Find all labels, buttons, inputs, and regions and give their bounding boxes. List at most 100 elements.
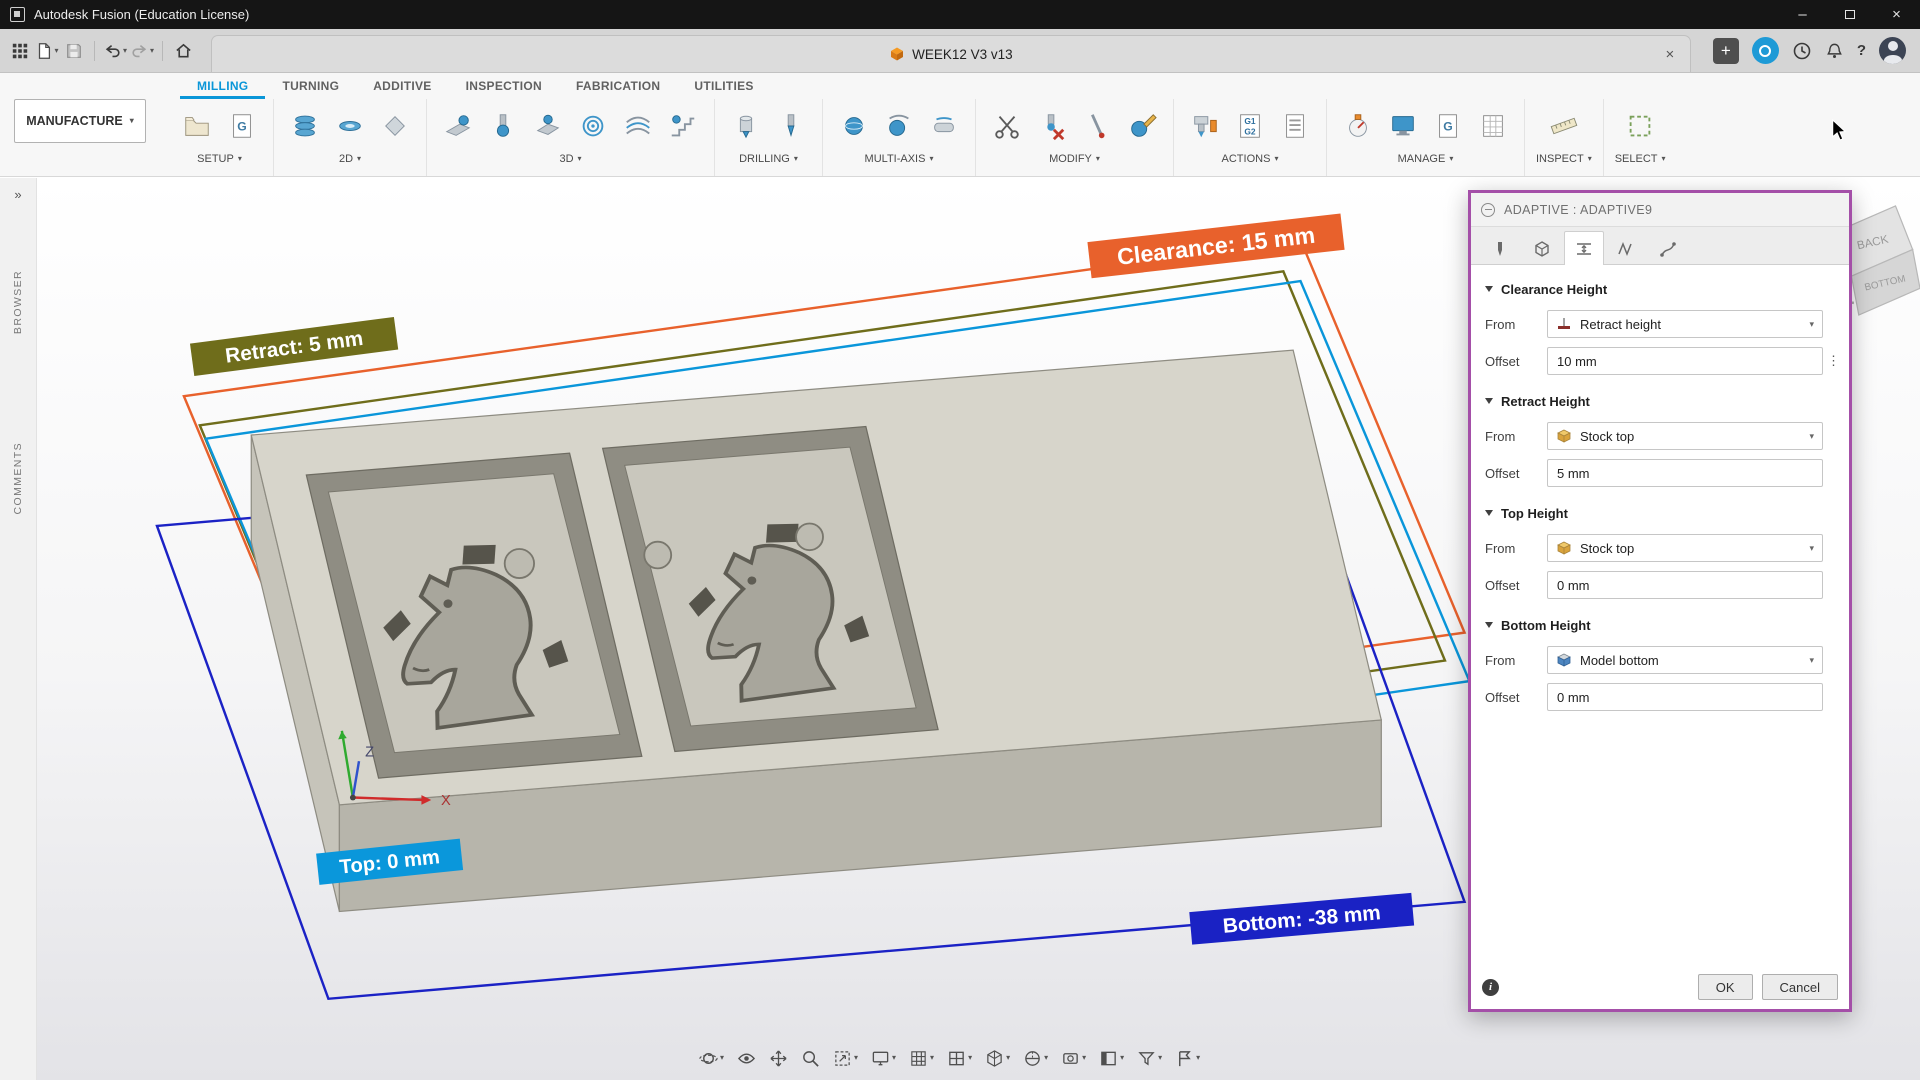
bottom-offset-input[interactable]: 0 mm xyxy=(1547,683,1823,711)
close-button[interactable]: × xyxy=(1873,0,1920,29)
probe-icon[interactable] xyxy=(1077,104,1117,148)
selection-box-icon[interactable] xyxy=(1620,104,1660,148)
tab-inspection[interactable]: INSPECTION xyxy=(449,73,559,99)
collapse-dialog-icon[interactable] xyxy=(1481,203,1495,217)
retract-from-select[interactable]: Stock top ▾ xyxy=(1547,422,1823,450)
redo-button[interactable]: ▾ xyxy=(130,38,154,64)
group-dropdown-drilling[interactable]: DRILLING▾ xyxy=(739,153,798,165)
section-header[interactable]: Clearance Height xyxy=(1485,277,1823,301)
tool-library-icon[interactable] xyxy=(1338,104,1378,148)
gcode-document-icon[interactable]: G xyxy=(222,104,262,148)
tab-passes[interactable] xyxy=(1606,233,1646,264)
clearance-from-select[interactable]: Retract height ▾ xyxy=(1547,310,1823,338)
selection-filter-button[interactable]: ▾ xyxy=(1135,1045,1164,1071)
tab-geometry[interactable] xyxy=(1522,233,1562,264)
contour3d-icon[interactable] xyxy=(528,104,568,148)
notifications-bell-icon[interactable] xyxy=(1825,41,1844,61)
tab-fabrication[interactable]: FABRICATION xyxy=(559,73,677,99)
task-manager-icon[interactable] xyxy=(1473,104,1513,148)
pan-button[interactable] xyxy=(767,1045,790,1071)
flow-icon[interactable] xyxy=(879,104,919,148)
fit-button[interactable]: ▾ xyxy=(831,1045,860,1071)
pocket2d-icon[interactable] xyxy=(285,104,325,148)
browser-panel-tab[interactable]: BROWSER xyxy=(12,270,24,334)
ok-button[interactable]: OK xyxy=(1698,974,1753,1000)
post-process-icon[interactable] xyxy=(1185,104,1225,148)
minimize-button[interactable]: – xyxy=(1779,0,1826,29)
group-dropdown-manage[interactable]: MANAGE▾ xyxy=(1398,153,1454,165)
user-avatar[interactable] xyxy=(1879,37,1906,64)
look-at-button[interactable] xyxy=(735,1045,758,1071)
setup-sheet-icon[interactable] xyxy=(1275,104,1315,148)
drill-icon[interactable] xyxy=(726,104,766,148)
bottom-from-select[interactable]: Model bottom ▾ xyxy=(1547,646,1823,674)
top-offset-input[interactable]: 0 mm xyxy=(1547,571,1823,599)
tab-linking[interactable] xyxy=(1648,233,1688,264)
tab-additive[interactable]: ADDITIVE xyxy=(356,73,448,99)
group-dropdown-actions[interactable]: ACTIONS▾ xyxy=(1222,153,1279,165)
named-views-button[interactable]: ▾ xyxy=(1059,1045,1088,1071)
trim-icon[interactable] xyxy=(987,104,1027,148)
comments-panel-tab[interactable]: COMMENTS xyxy=(12,442,24,514)
tab-close-icon[interactable]: × xyxy=(1660,46,1680,63)
measure-icon[interactable] xyxy=(1544,104,1584,148)
spiral-icon[interactable] xyxy=(573,104,613,148)
clearance-offset-input[interactable]: 10 mm xyxy=(1547,347,1823,375)
field-options-icon[interactable]: ⋮ xyxy=(1827,353,1840,369)
rotary-icon[interactable] xyxy=(924,104,964,148)
group-dropdown-multiaxis[interactable]: MULTI-AXIS▾ xyxy=(865,153,934,165)
dialog-header[interactable]: ADAPTIVE : ADAPTIVE9 xyxy=(1471,193,1849,227)
app-grid-button[interactable] xyxy=(8,38,32,64)
section-header[interactable]: Bottom Height xyxy=(1485,613,1823,637)
section-header[interactable]: Retract Height xyxy=(1485,389,1823,413)
retract-offset-input[interactable]: 5 mm xyxy=(1547,459,1823,487)
orbit-button[interactable]: ▾ xyxy=(697,1045,726,1071)
visual-style-button[interactable]: ▾ xyxy=(983,1045,1012,1071)
face-icon[interactable] xyxy=(330,104,370,148)
group-dropdown-select[interactable]: SELECT▾ xyxy=(1615,153,1666,165)
steep-shallow-icon[interactable] xyxy=(663,104,703,148)
info-icon[interactable]: i xyxy=(1482,979,1499,996)
new-setup-icon[interactable] xyxy=(177,104,217,148)
maximize-button[interactable] xyxy=(1826,0,1873,29)
document-tab[interactable]: WEEK12 V3 v13 × xyxy=(211,35,1691,72)
file-menu-button[interactable]: ▾ xyxy=(35,38,59,64)
new-tab-button[interactable]: + xyxy=(1713,38,1739,64)
workspace-selector[interactable]: MANUFACTURE ▾ xyxy=(14,99,146,143)
multiaxis-contour-icon[interactable] xyxy=(834,104,874,148)
morphed-spiral-icon[interactable] xyxy=(618,104,658,148)
group-dropdown-inspect[interactable]: INSPECT▾ xyxy=(1536,153,1592,165)
expand-panel-icon[interactable]: » xyxy=(14,187,21,202)
markup-button[interactable]: ▾ xyxy=(1173,1045,1202,1071)
ball-endmill-icon[interactable] xyxy=(483,104,523,148)
tab-heights[interactable] xyxy=(1564,231,1604,265)
section-header[interactable]: Top Height xyxy=(1485,501,1823,525)
undo-button[interactable]: ▾ xyxy=(103,38,127,64)
edit-toolpath-icon[interactable] xyxy=(1122,104,1162,148)
group-dropdown-modify[interactable]: MODIFY▾ xyxy=(1049,153,1100,165)
delete-toolpath-icon[interactable] xyxy=(1032,104,1072,148)
nc-program-icon[interactable]: G1G2 xyxy=(1230,104,1270,148)
save-button[interactable] xyxy=(62,38,86,64)
zoom-button[interactable] xyxy=(799,1045,822,1071)
top-from-select[interactable]: Stock top ▾ xyxy=(1547,534,1823,562)
tab-turning[interactable]: TURNING xyxy=(265,73,356,99)
group-dropdown-setup[interactable]: SETUP▾ xyxy=(197,153,242,165)
help-icon[interactable]: ? xyxy=(1857,42,1866,59)
cancel-button[interactable]: Cancel xyxy=(1762,974,1838,1000)
tab-utilities[interactable]: UTILITIES xyxy=(677,73,770,99)
grid-snaps-button[interactable]: ▾ xyxy=(907,1045,936,1071)
viewports-button[interactable]: ▾ xyxy=(945,1045,974,1071)
group-dropdown-3d[interactable]: 3D▾ xyxy=(559,153,581,165)
chamfer2d-icon[interactable] xyxy=(375,104,415,148)
post-library-icon[interactable]: G xyxy=(1428,104,1468,148)
job-status-button[interactable] xyxy=(1752,37,1779,64)
adaptive-clearing-icon[interactable] xyxy=(438,104,478,148)
display-settings-button[interactable]: ▾ xyxy=(869,1045,898,1071)
machine-library-icon[interactable] xyxy=(1383,104,1423,148)
home-button[interactable] xyxy=(171,38,195,64)
show-panels-button[interactable]: ▾ xyxy=(1097,1045,1126,1071)
tab-tool[interactable] xyxy=(1480,233,1520,264)
history-clock-icon[interactable] xyxy=(1792,41,1812,61)
tab-milling[interactable]: MILLING xyxy=(180,73,265,99)
